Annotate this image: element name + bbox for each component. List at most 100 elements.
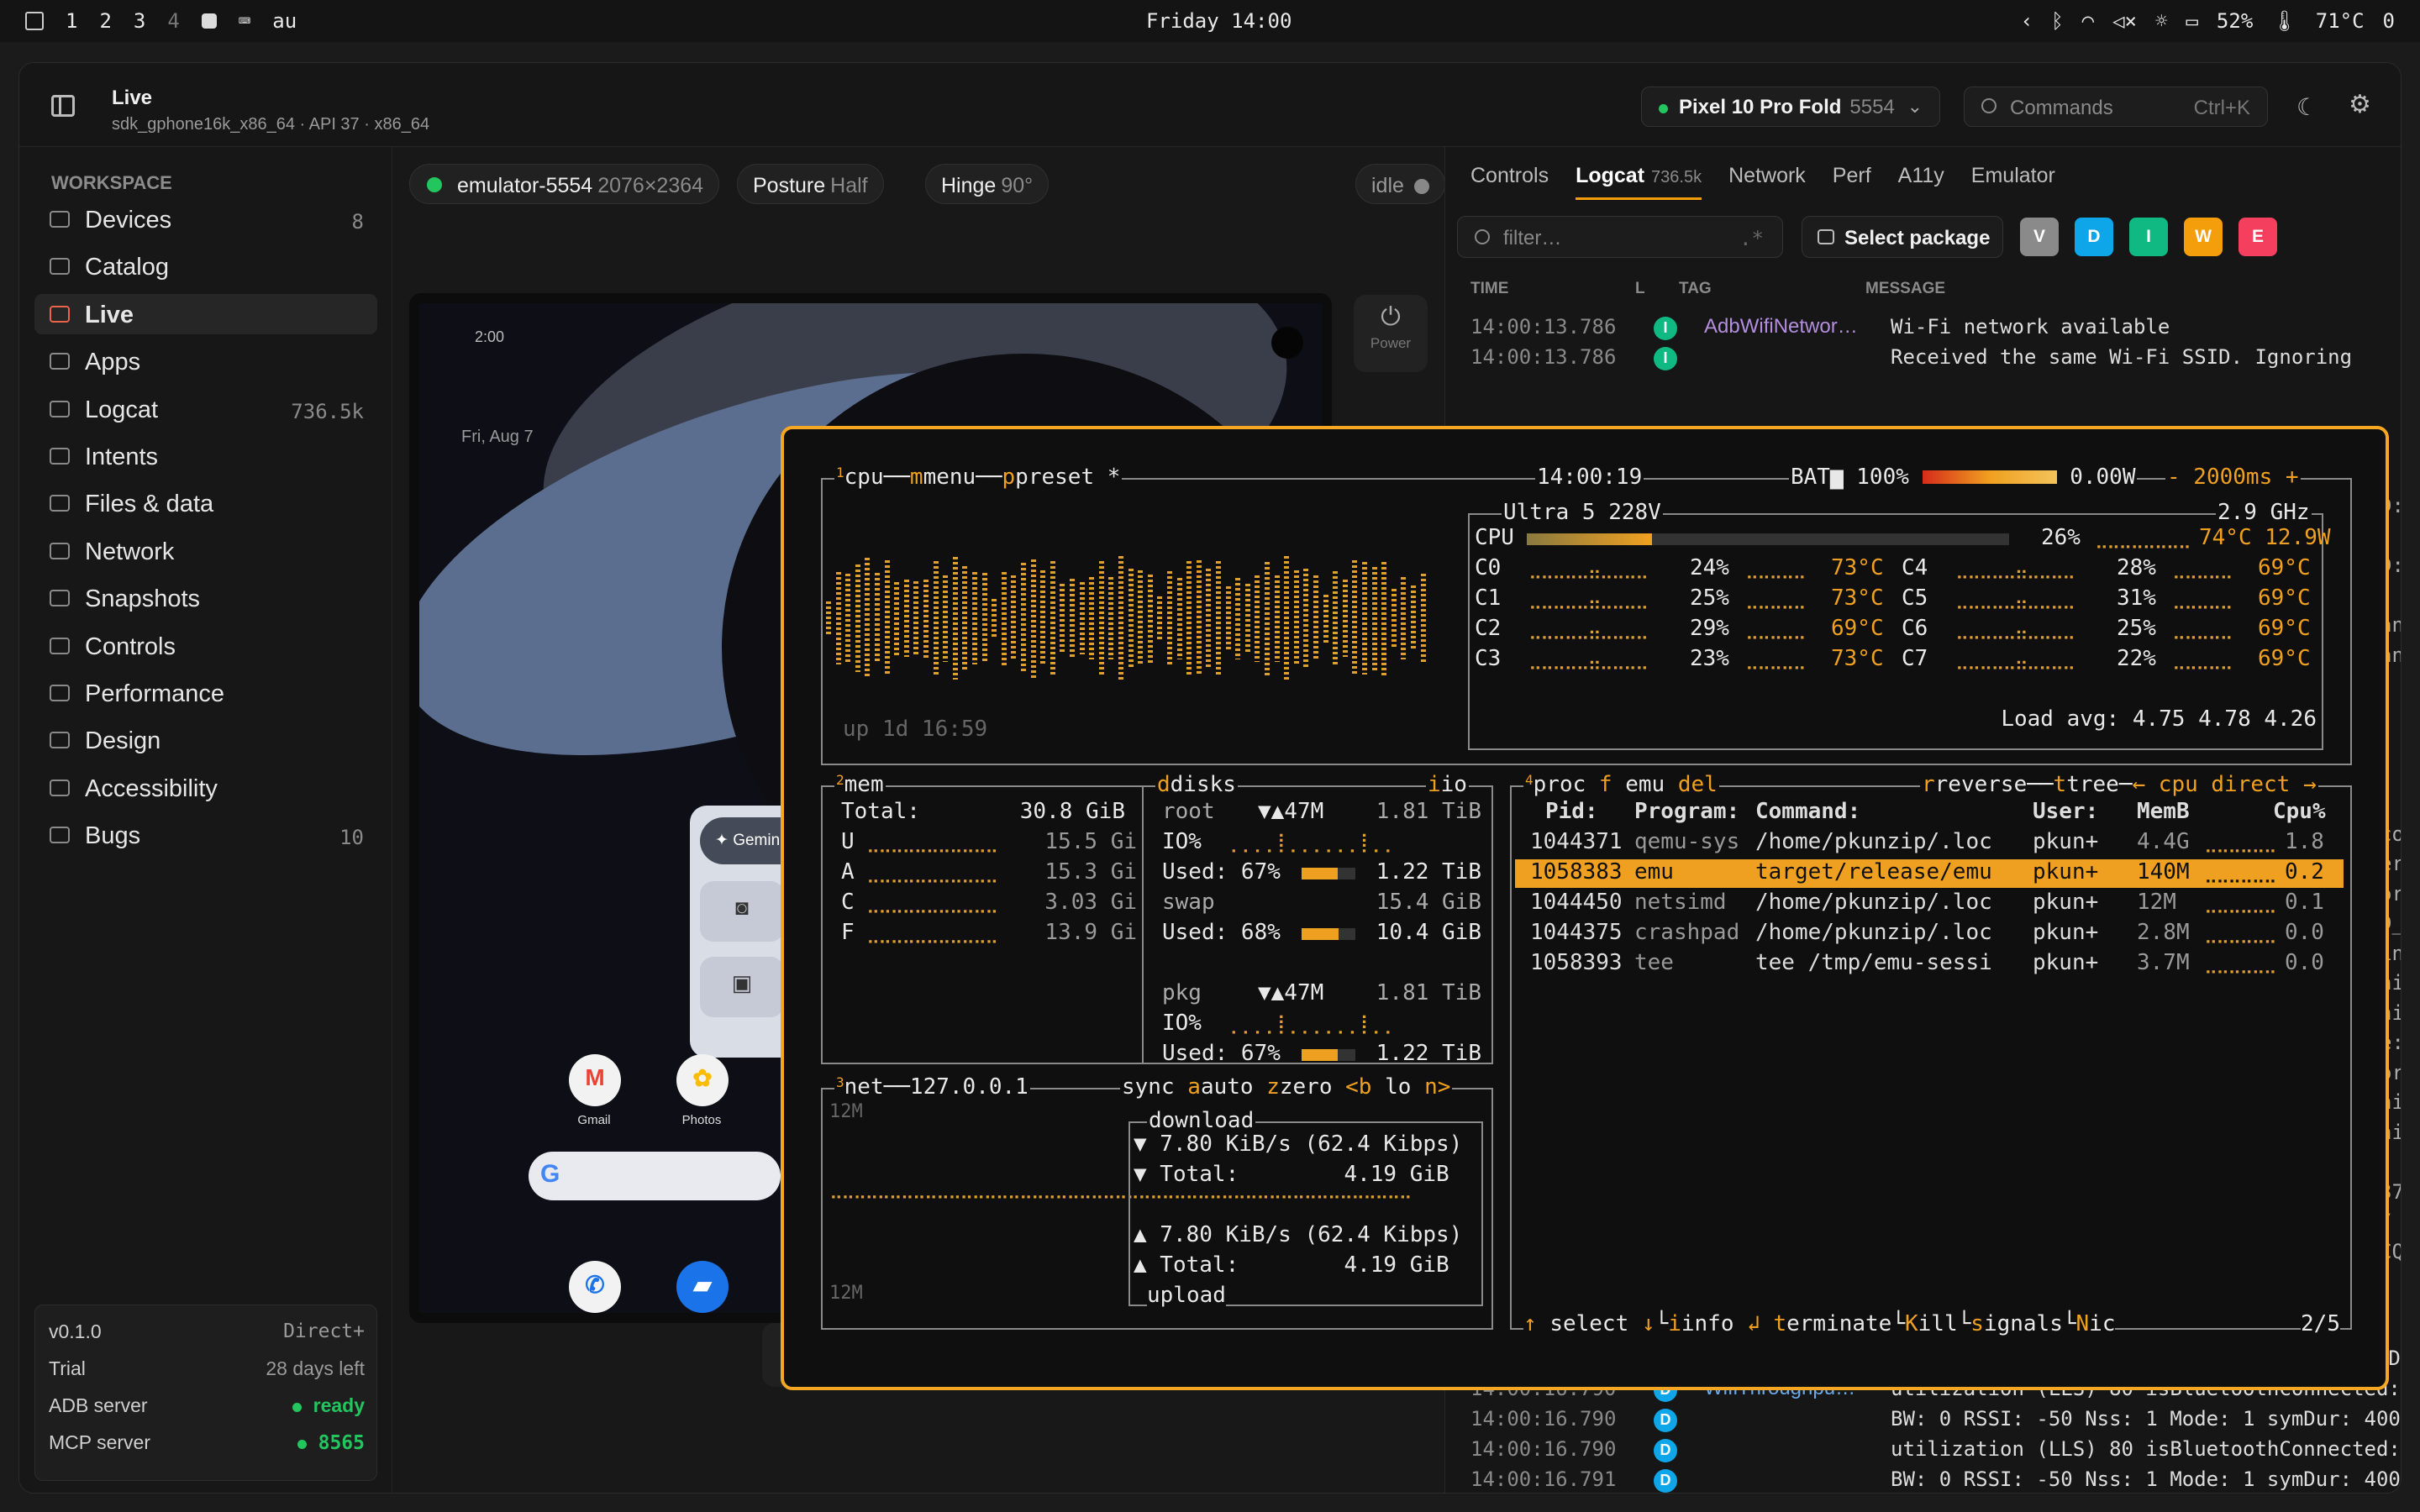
chevron-left-icon[interactable]: ‹: [2021, 9, 2033, 33]
sidebar-item-intents[interactable]: Intents: [34, 436, 377, 476]
sidebar-item-bugs[interactable]: Bugs 10: [34, 815, 377, 855]
process-prog: tee: [1634, 950, 1674, 975]
tab-emulator[interactable]: Emulator: [1971, 164, 2055, 188]
workspace-4[interactable]: 4: [167, 9, 179, 33]
level-filter-v[interactable]: V: [2020, 218, 2059, 256]
select-package-button[interactable]: Select package: [1802, 216, 2003, 258]
tab-a11y[interactable]: A11y: [1898, 164, 1944, 188]
core-mini-graph: ⣀⣀⣀⣀⣀: [2172, 559, 2233, 580]
posture-chip[interactable]: Posture Half: [737, 164, 884, 204]
system-clock[interactable]: Friday 14:00: [1146, 9, 1292, 33]
sidebar-item-network[interactable]: Network: [34, 531, 377, 571]
process-cpu: 0.2: [2285, 859, 2324, 885]
net-prev[interactable]: <b: [1345, 1074, 1371, 1100]
tab-logcat[interactable]: Logcat 736.5k: [1576, 164, 1702, 200]
emulator-chip[interactable]: emulator-5554 2076×2364: [409, 164, 720, 204]
log-row[interactable]: 14:00:16.791 D BW: 0 RSSI: -50 Nss: 1 Mode…: [1470, 1467, 2401, 1493]
proc-filter[interactable]: emu: [1625, 772, 1665, 797]
proc-info[interactable]: info: [1681, 1311, 1734, 1336]
proc-nice[interactable]: ic: [2089, 1311, 2115, 1336]
proc-signals[interactable]: ignals: [1984, 1311, 2063, 1336]
sidebar-item-performance[interactable]: Performance: [34, 673, 377, 713]
workspace-3[interactable]: 3: [134, 9, 145, 33]
proc-kill[interactable]: ill: [1918, 1311, 1958, 1336]
log-row[interactable]: 14:00:13.786 I Received the same Wi-Fi SSI…: [1470, 345, 2401, 372]
sidebar-item-controls[interactable]: Controls: [34, 626, 377, 666]
live-icon: [50, 305, 70, 323]
layout-icon[interactable]: [25, 12, 44, 30]
mute-icon[interactable]: ◁×: [2112, 9, 2137, 33]
cpu-preset[interactable]: preset *: [1015, 465, 1120, 490]
disk-io-graph: ⢀⢀⢀⢀⢸⢀⢀⢀⢀⢀⢀⢸⢀⢀: [1224, 1014, 1392, 1035]
process-row[interactable]: 1058383 emu target/release/emu pkun+ 140M 0.2…: [1515, 859, 2344, 888]
workspace-2[interactable]: 2: [99, 9, 111, 33]
sidebar-item-accessibility[interactable]: Accessibility: [34, 768, 377, 808]
temperature: 71°C: [2315, 9, 2365, 33]
mcp-port: 8565: [318, 1432, 365, 1454]
process-row[interactable]: 1058393 tee tee /tmp/emu-sessi pkun+ 3.7M 0.0…: [1515, 950, 2344, 979]
sidebar-item-logcat[interactable]: Logcat 736.5k: [34, 389, 377, 429]
workspace-1[interactable]: 1: [66, 9, 77, 33]
sidebar-item-apps[interactable]: Apps: [34, 341, 377, 381]
sidebar-item-snapshots[interactable]: Snapshots: [34, 578, 377, 618]
gmail-icon[interactable]: M: [569, 1054, 621, 1106]
tab-controls[interactable]: Controls: [1470, 164, 1549, 188]
level-filter-e[interactable]: E: [2238, 218, 2277, 256]
process-row[interactable]: 1044450 netsimd/home/pkunzip/.loc pkun+ 12M…: [1515, 890, 2344, 918]
disk-used: Used: 67%: [1162, 859, 1281, 885]
proc-sort[interactable]: ← cpu direct →: [2132, 772, 2316, 797]
level-filter-w[interactable]: W: [2184, 218, 2223, 256]
regex-toggle[interactable]: .*: [1739, 227, 1764, 250]
lockscreen-date: Fri, Aug 7: [461, 428, 534, 446]
net-auto[interactable]: auto: [1201, 1074, 1254, 1100]
power-button[interactable]: ⏻ Power: [1354, 295, 1428, 372]
proc-select[interactable]: select: [1549, 1311, 1628, 1336]
device-selector[interactable]: Pixel 10 Pro Fold 5554 ⌄: [1641, 87, 1940, 127]
sidebar-item-design[interactable]: Design: [34, 720, 377, 760]
proc-tree[interactable]: tree: [2066, 772, 2119, 797]
command-search[interactable]: Commands Ctrl+K: [1964, 87, 2268, 127]
level-filter-d[interactable]: D: [2075, 218, 2113, 256]
proc-terminate[interactable]: erminate: [1786, 1311, 1891, 1336]
disk-name: root: [1162, 799, 1215, 824]
tab-perf[interactable]: Perf: [1833, 164, 1871, 188]
phone-app-icon[interactable]: ✆: [569, 1261, 621, 1313]
net-sync[interactable]: sync: [1122, 1074, 1175, 1100]
log-level-badge: I: [1654, 346, 1677, 370]
core-pct: 25%: [1690, 585, 1729, 611]
io-toggle[interactable]: io: [1441, 772, 1467, 797]
google-search-bar[interactable]: G: [529, 1152, 781, 1200]
bluetooth-icon[interactable]: ᛒ: [2051, 9, 2063, 33]
gallery-button[interactable]: ▣: [700, 957, 784, 1017]
theme-toggle-icon[interactable]: ☾: [2296, 93, 2317, 121]
process-row[interactable]: 1044371 qemu-sys/home/pkunzip/.loc pkun+ 4.…: [1515, 829, 2344, 858]
settings-icon[interactable]: ⚙: [2349, 90, 2371, 119]
messages-app-icon[interactable]: ▰: [676, 1261, 729, 1313]
sidebar-item-catalog[interactable]: Catalog: [34, 246, 377, 286]
sidebar-item-files-data[interactable]: Files & data: [34, 483, 377, 523]
update-interval[interactable]: - 2000ms +: [2167, 465, 2299, 490]
hinge-chip[interactable]: Hinge 90°: [925, 164, 1050, 204]
photos-icon[interactable]: ✿: [676, 1054, 729, 1106]
level-filter-i[interactable]: I: [2129, 218, 2168, 256]
log-row[interactable]: 14:00:13.786 I AdbWifiNetwor… Wi-Fi network…: [1470, 315, 2401, 342]
terminal-window[interactable]: 1cpu──mmenu──ppreset * 14:00:19 BAT▆ 100…: [781, 426, 2389, 1390]
process-row[interactable]: 1044375 crashpad/home/pkunzip/.loc pkun+ 2.…: [1515, 920, 2344, 948]
log-row[interactable]: 14:00:16.790 Dutilization (LLS) 80 isBlue…: [1470, 1437, 2401, 1464]
log-row[interactable]: 14:00:16.790 D BW: 0 RSSI: -50 Nss: 1 Mode…: [1470, 1407, 2401, 1434]
tab-network[interactable]: Network: [1728, 164, 1806, 188]
wifi-icon[interactable]: ◠: [2082, 9, 2094, 33]
net-zero[interactable]: zero: [1280, 1074, 1333, 1100]
logcat-filter-input[interactable]: filter… .*: [1457, 216, 1783, 258]
screenshot-button[interactable]: ◙: [700, 881, 784, 942]
process-mem: 3.7M: [2137, 950, 2190, 975]
proc-filter-del[interactable]: del: [1678, 772, 1718, 797]
sidebar-item-devices[interactable]: Devices 8: [34, 199, 377, 239]
net-next[interactable]: n>: [1424, 1074, 1450, 1100]
sidebar-toggle-icon[interactable]: [51, 95, 75, 117]
cpu-graph-column: [1050, 560, 1055, 676]
sidebar-item-live[interactable]: Live: [34, 293, 377, 334]
proc-reverse[interactable]: reverse: [1935, 772, 2028, 797]
cpu-menu[interactable]: menu: [923, 465, 976, 490]
tab-logcat-count: 736.5k: [1651, 168, 1702, 186]
